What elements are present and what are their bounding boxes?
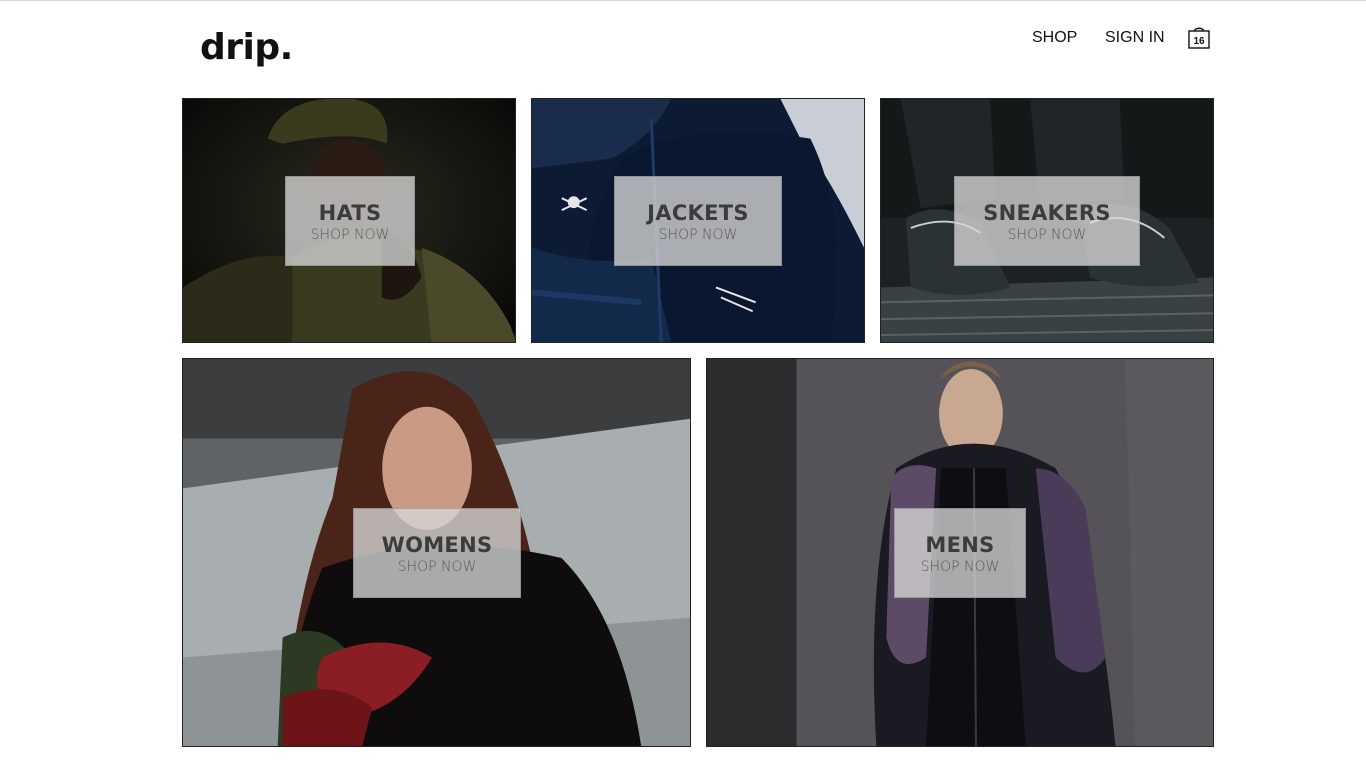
- mens-shop-now-link[interactable]: SHOP NOW: [895, 559, 1025, 575]
- mens-title: MENS: [925, 533, 995, 557]
- jackets-label-box: JACKETS SHOP NOW: [614, 176, 782, 266]
- womens-title: WOMENS: [381, 533, 493, 557]
- nav-sign-in-link[interactable]: SIGN IN: [1105, 28, 1165, 48]
- sneakers-shop-now-link[interactable]: SHOP NOW: [955, 227, 1139, 243]
- category-tile-sneakers[interactable]: SNEAKERS SHOP NOW: [880, 98, 1214, 343]
- hats-label-box: HATS SHOP NOW: [285, 176, 415, 266]
- cart-count-badge: 16: [1193, 36, 1205, 47]
- category-tile-jackets[interactable]: JACKETS SHOP NOW: [531, 98, 865, 343]
- jackets-shop-now-link[interactable]: SHOP NOW: [615, 227, 781, 243]
- logo[interactable]: drip.: [200, 26, 293, 70]
- mens-label-box: MENS SHOP NOW: [894, 508, 1026, 598]
- nav-shop-link[interactable]: SHOP: [1032, 28, 1077, 48]
- category-tile-mens[interactable]: MENS SHOP NOW: [706, 358, 1214, 747]
- hats-title: HATS: [318, 201, 382, 225]
- cart-button[interactable]: 16: [1186, 24, 1212, 50]
- hats-shop-now-link[interactable]: SHOP NOW: [286, 227, 414, 243]
- category-tile-hats[interactable]: HATS SHOP NOW: [182, 98, 516, 343]
- womens-shop-now-link[interactable]: SHOP NOW: [354, 559, 520, 575]
- womens-label-box: WOMENS SHOP NOW: [353, 508, 521, 598]
- category-tile-womens[interactable]: WOMENS SHOP NOW: [182, 358, 691, 747]
- sneakers-title: SNEAKERS: [983, 201, 1111, 225]
- sneakers-label-box: SNEAKERS SHOP NOW: [954, 176, 1140, 266]
- top-divider: [0, 0, 1366, 1]
- jackets-title: JACKETS: [647, 201, 749, 225]
